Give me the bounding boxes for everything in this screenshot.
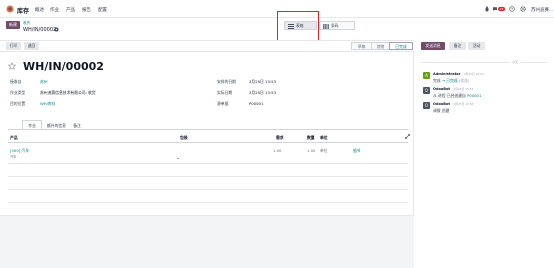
kanban-view-label: 条码 [331, 23, 339, 28]
bug-icon[interactable] [484, 6, 490, 12]
field-value-destination[interactable]: WH/库存 [40, 101, 55, 107]
new-button[interactable]: 新建 [6, 21, 20, 29]
table-row-divider [8, 189, 408, 190]
message-body: 完成 → 已完成 (状态) [433, 78, 469, 84]
today-separator [421, 62, 547, 63]
status-draft[interactable]: 草稿 [351, 42, 372, 50]
column-packaging[interactable]: 包装 [180, 135, 188, 141]
menu-products[interactable]: 产品 [66, 7, 75, 13]
avatar[interactable]: A [423, 72, 430, 79]
table-row-divider [8, 176, 408, 177]
tabs-divider [8, 129, 408, 130]
breadcrumb-current: WH/IN/00002 [23, 26, 57, 33]
barcode-icon [323, 23, 329, 29]
menu-overview[interactable]: 概述 [35, 7, 44, 13]
list-view-label: 表格 [296, 23, 304, 28]
field-value-operation-type[interactable]: 苏州迪赛信息技术有限公司: 收货 [40, 90, 96, 96]
company-switcher[interactable]: 苏州迪赛... [531, 7, 553, 13]
column-quantity[interactable]: 数量 [307, 135, 315, 141]
field-value-partner[interactable]: 苏州 [40, 79, 48, 85]
star-icon[interactable] [8, 62, 16, 70]
record-reference-title: WH/IN/00002 [23, 60, 104, 73]
message-text: 从 进程 已经创建自 [433, 93, 466, 98]
message-time: - 3月25日 13:53 [451, 87, 474, 91]
inventory-app-icon[interactable] [6, 5, 14, 13]
line-quantity[interactable]: 1.00 [307, 148, 315, 153]
menu-reporting[interactable]: 报告 [82, 7, 91, 13]
message-author[interactable]: OdooBot [433, 87, 450, 91]
activities-button[interactable]: 活动 [468, 42, 485, 50]
line-demand: 1.00 [273, 148, 282, 153]
table-row-divider [8, 202, 408, 203]
message-author[interactable]: Administrator [433, 72, 460, 76]
status-done[interactable]: 已完成 [389, 42, 413, 50]
message-value: → 已完成 [441, 78, 458, 83]
column-product[interactable]: 产品 [10, 135, 18, 141]
print-button[interactable]: 打印 [6, 42, 21, 50]
message-body: 调拨 创建 [433, 108, 450, 113]
message: OdooBot - 3月25日 13:53 [433, 102, 473, 107]
message-body: 从 进程 已经创建自 P00001 [433, 93, 481, 99]
line-product-description: 汽车 [10, 155, 17, 159]
field-value-source-document[interactable]: P00001 [249, 101, 263, 106]
settings-icon[interactable] [520, 6, 526, 12]
line-packaging-empty[interactable] [177, 158, 179, 159]
list-view-button[interactable]: 表格 [284, 21, 317, 30]
form-sheet [0, 52, 414, 216]
send-message-button[interactable]: 发送消息 [421, 42, 445, 50]
message: OdooBot - 3月25日 13:53 [433, 87, 473, 92]
today-label: 今天 [510, 60, 521, 64]
list-icon [288, 23, 294, 29]
field-label-scheduled-date: 安排的日期 [217, 79, 236, 84]
message-link[interactable]: P00001 [467, 93, 481, 98]
field-label-date-done: 实际日期 [217, 90, 233, 95]
return-button[interactable]: 退回 [24, 42, 39, 50]
line-uom: 单位 [320, 148, 328, 153]
field-label-partner: 接收自 [10, 79, 22, 84]
kanban-view-button[interactable]: 条码 [319, 21, 355, 30]
column-uom[interactable]: 单位 [320, 135, 328, 141]
field-label-source-document: 源单据 [217, 101, 229, 106]
status-ready[interactable]: 就绪 [371, 42, 390, 50]
message-time: - 3月25日 13:53 [461, 72, 484, 76]
line-details-button[interactable]: 细节 [353, 148, 361, 154]
field-label-destination: 目的位置 [10, 101, 26, 106]
field-value-date-done[interactable]: 3月25日 13:53 [249, 90, 276, 96]
message-count-badge: 23 [498, 7, 505, 11]
optional-columns-icon[interactable] [405, 134, 410, 139]
menu-configuration[interactable]: 配置 [98, 7, 107, 13]
field-value-scheduled-date[interactable]: 3月25日 13:53 [249, 79, 276, 85]
field-label-operation-type: 作业类型 [10, 90, 26, 95]
message-author[interactable]: OdooBot [433, 102, 450, 106]
app-title[interactable]: 库存 [17, 6, 29, 15]
table-header-divider [8, 142, 408, 143]
avatar[interactable]: O [423, 87, 430, 94]
message-time: - 3月25日 13:53 [451, 102, 474, 106]
column-demand[interactable]: 需求 [276, 135, 284, 141]
message-field: (状态) [458, 78, 470, 83]
menu-operations[interactable]: 作业 [50, 7, 59, 13]
record-actions-gear-icon[interactable] [54, 27, 59, 32]
log-note-button[interactable]: 备注 [449, 42, 466, 50]
table-row-divider [8, 163, 408, 164]
breadcrumb-parent[interactable]: 收货 [23, 21, 30, 26]
clock-icon[interactable] [509, 6, 515, 12]
message: Administrator - 3月25日 13:53 [433, 72, 484, 77]
message-text: 完成 [433, 78, 441, 83]
avatar[interactable]: O [423, 102, 430, 109]
